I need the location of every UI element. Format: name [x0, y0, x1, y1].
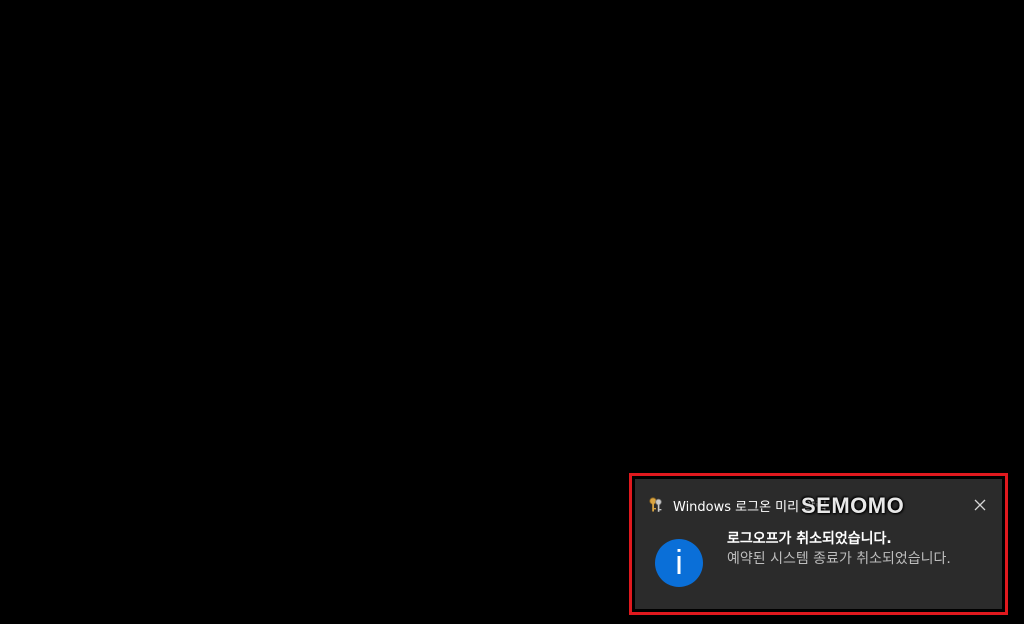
toast-body: 로그오프가 취소되었습니다. 예약된 시스템 종료가 취소되었습니다. — [727, 529, 989, 570]
toast-notification[interactable]: Windows 로그온 미리 알림 SEMOMO i 로그오프가 취소되었습니다… — [635, 479, 1002, 609]
toast-title: 로그오프가 취소되었습니다. — [727, 531, 892, 547]
watermark-text: SEMOMO — [801, 493, 905, 518]
info-icon-glyph: i — [675, 544, 683, 582]
info-icon: i — [655, 539, 703, 587]
close-icon — [974, 499, 986, 511]
desktop-background: Windows 로그온 미리 알림 SEMOMO i 로그오프가 취소되었습니다… — [0, 0, 1024, 624]
toast-message: 예약된 시스템 종료가 취소되었습니다. — [727, 551, 951, 567]
close-button[interactable] — [972, 497, 988, 513]
keys-icon — [647, 496, 665, 514]
